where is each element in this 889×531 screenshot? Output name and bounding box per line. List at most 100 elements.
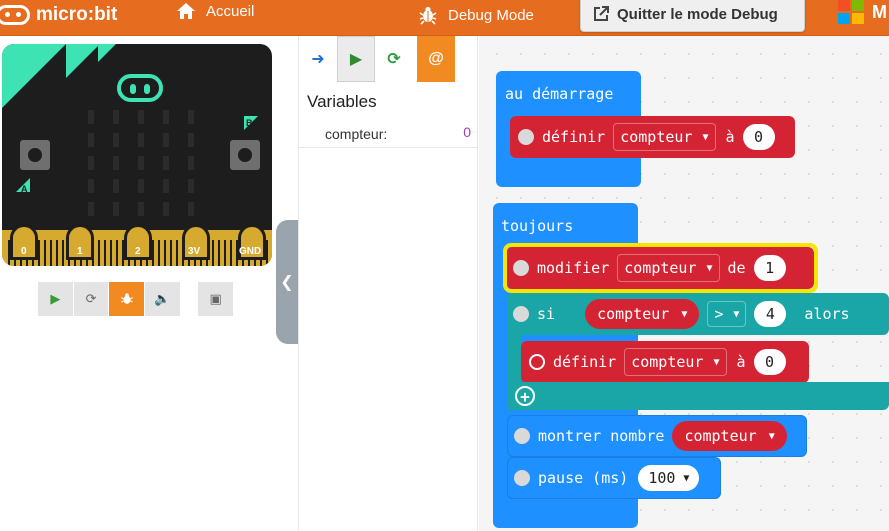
edge-tooth xyxy=(44,240,46,266)
show-number-block[interactable]: montrer nombre compteur ▼ xyxy=(507,415,807,457)
breakpoint-dot[interactable] xyxy=(514,470,530,486)
button-a[interactable] xyxy=(20,140,50,170)
microbit-board[interactable]: A B 0 1 2 3V GND xyxy=(2,44,272,266)
set-to: à xyxy=(736,353,746,371)
collapse-simulator-button[interactable]: ❮ xyxy=(276,220,298,344)
debug-icon xyxy=(120,293,133,304)
blocks-workspace[interactable]: au démarrage définir compteur ▼ à 0 toujo… xyxy=(479,36,889,531)
led xyxy=(138,133,144,147)
board-stripe xyxy=(2,44,66,108)
snail-icon: @ xyxy=(428,50,444,67)
led xyxy=(188,156,194,170)
inner-set-variable-block[interactable]: définir compteur ▼ à 0 xyxy=(521,341,809,383)
debugger-toolbar: ➜ ▶ ⟳ @ xyxy=(299,36,479,82)
button-b[interactable] xyxy=(230,140,260,170)
debug-mode-label: Debug Mode xyxy=(448,6,534,24)
microsoft-logo-icon[interactable] xyxy=(838,0,864,24)
home-button[interactable]: Accueil xyxy=(176,2,254,20)
pause-block[interactable]: pause (ms) 100 ▼ xyxy=(507,457,721,499)
led xyxy=(138,156,144,170)
led xyxy=(163,179,169,193)
breakpoint-dot[interactable] xyxy=(518,129,534,145)
show-variable[interactable]: compteur ▼ xyxy=(672,421,787,451)
pause-value-dropdown[interactable]: 100 ▼ xyxy=(638,465,700,491)
change-by: de xyxy=(727,259,746,277)
if-block[interactable]: si compteur ▼ > ▼ 4 alors xyxy=(507,293,889,335)
edge-tooth xyxy=(224,240,226,266)
breakpoint-dot[interactable] xyxy=(513,306,529,322)
resume-button[interactable]: ▶ xyxy=(337,36,375,82)
change-variable-block[interactable]: modifier compteur ▼ de 1 xyxy=(507,247,814,289)
dropdown-arrow-icon: ▼ xyxy=(681,308,688,320)
sim-play-button[interactable]: ▶ xyxy=(38,282,73,316)
home-label: Accueil xyxy=(206,2,255,20)
dropdown-arrow-icon: ▼ xyxy=(683,472,690,484)
led xyxy=(113,202,119,216)
step-over-button[interactable]: ➜ xyxy=(299,36,337,82)
board-stripe xyxy=(98,44,116,62)
simulator-toolbar: ▶ ⟳ 🔈 ▣ xyxy=(38,282,234,316)
variable-dropdown[interactable]: compteur ▼ xyxy=(613,123,716,151)
breakpoint-dot[interactable] xyxy=(514,428,530,444)
edge-tooth xyxy=(98,240,100,266)
sim-sound-button[interactable]: 🔈 xyxy=(145,282,180,316)
brand-name: micro:bit xyxy=(36,4,118,25)
edge-tooth xyxy=(230,240,232,266)
breakpoint-dot[interactable] xyxy=(513,260,529,276)
compare-variable[interactable]: compteur ▼ xyxy=(585,299,700,329)
sound-icon: 🔈 xyxy=(154,291,171,306)
external-link-icon xyxy=(594,6,609,21)
value-input[interactable]: 0 xyxy=(742,124,775,150)
arrow-right-icon: ➜ xyxy=(311,51,325,68)
breakpoint-dot[interactable] xyxy=(529,354,545,370)
edge-tooth xyxy=(110,240,112,266)
variable-name: compteur xyxy=(684,427,757,445)
led xyxy=(88,156,94,170)
led xyxy=(163,110,169,124)
play-icon: ▶ xyxy=(50,291,61,306)
edge-tooth xyxy=(212,240,214,266)
led xyxy=(113,133,119,147)
led xyxy=(88,133,94,147)
forever-label: toujours xyxy=(501,217,574,235)
bug-icon xyxy=(419,6,437,25)
pin-label: GND xyxy=(239,246,262,257)
operator: > xyxy=(714,305,724,323)
restart-debug-button[interactable]: ⟳ xyxy=(375,36,413,82)
quit-debug-button[interactable]: Quitter le mode Debug xyxy=(580,0,805,32)
restart-icon: ⟳ xyxy=(387,51,401,68)
pin-label: 2 xyxy=(135,246,141,257)
if-block-footer: + xyxy=(507,382,889,410)
variable-dropdown[interactable]: compteur ▼ xyxy=(617,254,720,282)
pin-label: 3V xyxy=(188,246,201,257)
value-input[interactable]: 0 xyxy=(753,349,786,375)
led xyxy=(88,179,94,193)
microbit-logo-icon xyxy=(0,5,30,25)
variable-name: compteur xyxy=(624,259,697,277)
value-input[interactable]: 1 xyxy=(753,255,786,281)
pause-value: 100 xyxy=(648,469,676,487)
pin-label: 0 xyxy=(21,246,27,257)
sim-restart-button[interactable]: ⟳ xyxy=(73,282,109,316)
compare-value-input[interactable]: 4 xyxy=(754,301,787,327)
add-else-icon[interactable]: + xyxy=(515,386,535,406)
led xyxy=(138,110,144,124)
sim-fullscreen-button[interactable]: ▣ xyxy=(198,282,234,316)
sim-debug-button[interactable] xyxy=(109,282,145,316)
variable-value: 0 xyxy=(463,124,471,140)
operator-dropdown[interactable]: > ▼ xyxy=(707,301,747,327)
board-stripe xyxy=(66,44,100,78)
variable-row[interactable]: compteur: 0 xyxy=(299,120,477,148)
variable-dropdown[interactable]: compteur ▼ xyxy=(624,348,727,376)
microbit-logo[interactable]: micro:bit xyxy=(0,0,117,30)
edge-tooth xyxy=(176,240,178,266)
led xyxy=(113,110,119,124)
slow-mode-button[interactable]: @ xyxy=(417,36,455,82)
edge-tooth xyxy=(56,240,58,266)
led xyxy=(163,133,169,147)
dropdown-arrow-icon: ▼ xyxy=(706,262,713,274)
pin-label: 1 xyxy=(77,246,83,257)
button-a-label: A xyxy=(21,184,28,194)
edge-tooth xyxy=(104,240,106,266)
set-variable-block[interactable]: définir compteur ▼ à 0 xyxy=(510,116,795,158)
